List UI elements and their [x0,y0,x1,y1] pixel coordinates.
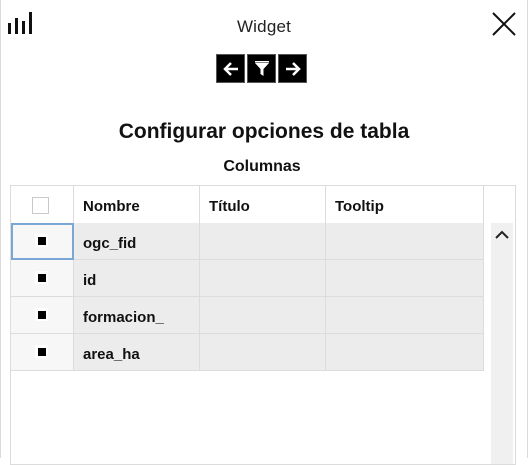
columns-table: Nombre Título Tooltip ogc_fid id formaci… [10,185,516,465]
checkbox-mark [37,236,46,245]
chevron-up-icon[interactable] [491,227,513,243]
filter-button[interactable] [247,54,276,83]
next-button[interactable] [278,54,307,83]
row-select-cell[interactable] [11,223,74,260]
row-checkbox[interactable] [35,308,48,321]
arrow-left-icon [222,61,238,76]
row-select-cell[interactable] [11,334,74,371]
row-select-cell[interactable] [11,297,74,334]
cell-nombre[interactable]: ogc_fid [74,223,200,260]
select-all-checkbox[interactable] [32,197,49,214]
row-checkbox[interactable] [35,345,48,358]
table-row: formacion_ [11,297,484,334]
previous-button[interactable] [216,54,245,83]
filter-icon [254,60,269,76]
scrollbar-track[interactable] [491,223,513,464]
checkbox-mark [37,347,46,356]
cell-titulo[interactable] [200,223,326,260]
cell-titulo[interactable] [200,260,326,297]
close-icon[interactable] [490,10,518,38]
table-row: id [11,260,484,297]
column-header-nombre[interactable]: Nombre [74,186,200,223]
cell-nombre[interactable]: id [74,260,200,297]
cell-titulo[interactable] [200,297,326,334]
table-row: ogc_fid [11,223,484,260]
window-border-left [0,0,1,458]
header-select-cell [11,186,74,223]
row-checkbox[interactable] [35,271,48,284]
row-checkbox[interactable] [35,234,48,247]
arrow-right-icon [285,61,301,76]
cell-tooltip[interactable] [326,334,484,371]
table-header-row: Nombre Título Tooltip [11,186,484,224]
table-row: area_ha [11,334,484,371]
checkbox-mark [37,273,46,282]
row-select-cell[interactable] [11,260,74,297]
cell-nombre[interactable]: area_ha [74,334,200,371]
section-title: Columnas [223,158,301,175]
cell-titulo[interactable] [200,334,326,371]
cell-tooltip[interactable] [326,223,484,260]
cell-tooltip[interactable] [326,297,484,334]
cell-tooltip[interactable] [326,260,484,297]
page-title: Configurar opciones de tabla [118,120,410,143]
table-scrollbar[interactable] [489,223,515,464]
checkbox-mark [37,310,46,319]
column-header-titulo[interactable]: Título [200,186,326,223]
window-title: Widget [236,17,292,36]
cell-nombre[interactable]: formacion_ [74,297,200,334]
column-header-tooltip[interactable]: Tooltip [326,186,484,223]
widget-toolbar [216,54,307,83]
